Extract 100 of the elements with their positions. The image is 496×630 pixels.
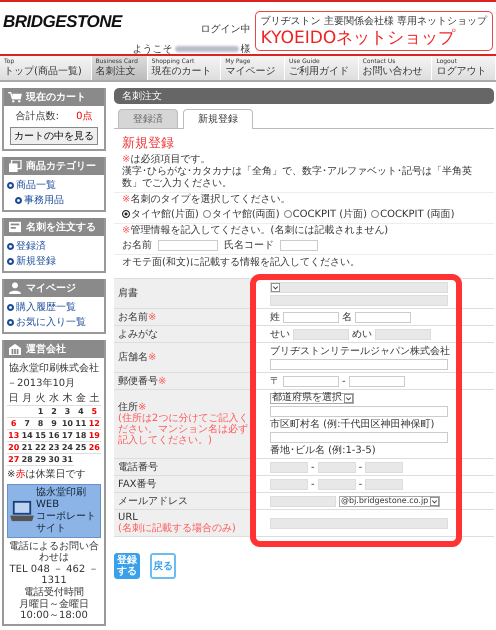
- company-name: 協永堂印刷株式会社: [8, 362, 100, 375]
- calendar-day: 31: [60, 454, 74, 466]
- weekday-label: 土: [88, 391, 101, 406]
- instruction-text: ※は必須項目です。: [122, 154, 212, 166]
- welcome-text: ようこそ: [132, 43, 173, 56]
- form-heading: 新規登録: [122, 135, 175, 152]
- calendar-day: 7: [20, 418, 34, 430]
- section-title: 運営会社: [26, 342, 66, 356]
- calendar-day: 29: [34, 454, 48, 466]
- contact-text: TEL 048 － 462 － 1311: [8, 564, 100, 586]
- contact-text: 電話受付時間: [23, 587, 85, 598]
- card-type-radio[interactable]: タイヤ館(片面): [122, 207, 199, 221]
- weekday-label: 日: [7, 391, 20, 406]
- calendar-day: 2: [47, 406, 61, 418]
- calendar-day: 28: [20, 454, 34, 466]
- input-field[interactable]: [355, 312, 411, 322]
- sidebar-link[interactable]: お気に入り一覧: [7, 315, 101, 329]
- field-label: お名前: [122, 239, 152, 252]
- card-type-radio[interactable]: タイヤ館(両面): [202, 207, 280, 221]
- section-title: 名刺を注文する: [26, 220, 96, 234]
- sidebar-link[interactable]: 商品一覧: [7, 178, 101, 192]
- weekday-label: 木: [60, 391, 74, 406]
- calendar-day: 8: [34, 418, 48, 430]
- calendar-month: －2013年10月: [7, 377, 76, 390]
- calendar-day: 10: [60, 418, 74, 430]
- total-label: 合計点数:: [16, 110, 59, 123]
- instruction-text: オモテ面(和文)に記載する情報を記入してください。: [121, 256, 361, 270]
- card-type-radio[interactable]: COCKPIT (両面): [371, 207, 455, 221]
- calendar-day: 24: [60, 442, 74, 454]
- contact-text: 電話によるお問い合わせは: [8, 541, 100, 563]
- bullet-icon: [15, 196, 22, 204]
- badge-subtitle: ブリヂストン 主要関係会社様 専用ネットショップ: [260, 14, 487, 28]
- sidebar-link[interactable]: 事務用品: [15, 193, 101, 207]
- shop-badge[interactable]: ブリヂストン 主要関係会社様 専用ネットショップ KYOEIDOネットショップ: [254, 11, 493, 51]
- brand-logo: BRIDGESTONE: [3, 12, 122, 32]
- section-title: マイページ: [26, 282, 76, 295]
- badge-title: KYOEIDOネットショップ: [260, 28, 456, 48]
- laptop-icon: [10, 500, 34, 522]
- calendar-day: 3: [60, 406, 74, 418]
- form-tab[interactable]: 新規登録: [183, 109, 253, 129]
- calendar-day: 18: [74, 430, 88, 442]
- calendar-day: 20: [7, 442, 20, 454]
- corporate-site-banner[interactable]: 協永堂印刷 WEB コーポレートサイト: [7, 484, 101, 538]
- instruction-text: 漢字･ひらがな･カタカナは「全角」で、数字･アルファベット･記号は「半角英数」でご入力ください。: [122, 166, 473, 190]
- calendar-day: 30: [47, 454, 61, 466]
- sidebar-link[interactable]: 新規登録: [7, 254, 101, 268]
- instruction-text: ※管理情報を記入してください。(名刺には記載されません): [122, 225, 390, 237]
- weekday-label: 水: [47, 391, 61, 406]
- input-field[interactable]: [158, 240, 218, 250]
- calendar-day: 15: [34, 430, 48, 442]
- field-text: -: [358, 478, 362, 490]
- contact-text: 月曜日～金曜日10:00～18:00: [18, 599, 90, 621]
- dropdown-select[interactable]: @bj.bridgestone.co.jp: [339, 496, 440, 506]
- field-text: 番地･ビル名 (例:1-3-5): [270, 444, 376, 456]
- weekday-label: 火: [34, 391, 48, 406]
- input-field[interactable]: [280, 240, 318, 250]
- calendar-day: 27: [7, 454, 20, 466]
- card-type-radio[interactable]: COCKPIT (片面): [284, 207, 368, 221]
- input-field[interactable]: [348, 376, 405, 386]
- caret-icon: [430, 496, 440, 506]
- total-value: 0点: [76, 110, 92, 123]
- input-field[interactable]: [270, 406, 448, 416]
- calendar-day: 23: [47, 442, 61, 454]
- calendar-day: 6: [7, 418, 20, 430]
- bullet-icon: [7, 258, 14, 264]
- blurred-name: [174, 46, 239, 52]
- input-field[interactable]: [283, 312, 339, 322]
- caret-icon: [344, 394, 353, 402]
- calendar-day: 25: [74, 442, 88, 454]
- honorific-text: 様: [240, 42, 251, 56]
- cart-icon: [8, 91, 22, 103]
- field-text: -: [311, 462, 315, 472]
- calendar-day: 5: [88, 406, 101, 418]
- dropdown-select[interactable]: 都道府県を選択: [270, 392, 354, 404]
- calendar-day: 19: [88, 430, 101, 442]
- caret-icon: [271, 282, 280, 292]
- card-icon: [8, 221, 22, 233]
- sidebar-link[interactable]: 登録済: [7, 239, 101, 253]
- field-text: -: [358, 462, 362, 472]
- view-cart-button[interactable]: カートの中を見る: [10, 127, 98, 145]
- bullet-icon: [7, 304, 14, 310]
- calendar-day: 26: [88, 442, 101, 454]
- input-field[interactable]: [283, 376, 339, 386]
- input-field[interactable]: [270, 358, 448, 370]
- field-label: 氏名コード: [224, 238, 274, 252]
- calendar-day: 13: [7, 430, 20, 442]
- sidebar-link[interactable]: 購入履歴一覧: [7, 300, 101, 314]
- login-status: ログイン中: [200, 22, 251, 36]
- field-text: せい: [270, 328, 290, 340]
- stacked-squares-icon: [8, 160, 22, 172]
- calendar-day: 22: [34, 442, 48, 454]
- input-field[interactable]: [270, 432, 448, 442]
- form-tab[interactable]: 登録済: [118, 109, 178, 128]
- page-title-bar: 名刺注文: [114, 88, 494, 104]
- field-text: 市区町村名 (例:千代田区神田神保町): [270, 418, 434, 430]
- calendar-day: 12: [88, 418, 101, 430]
- section-title: 商品カテゴリー: [26, 159, 96, 173]
- calendar-day: 21: [20, 442, 34, 454]
- field-text: 〒: [270, 376, 280, 386]
- calendar-day: 17: [60, 430, 74, 442]
